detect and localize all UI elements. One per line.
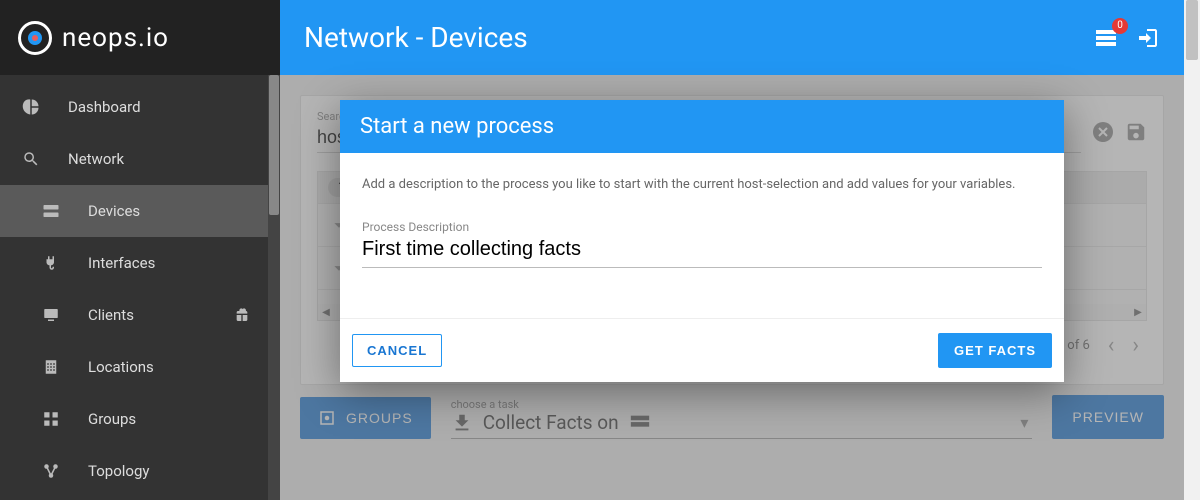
sidebar-item-network[interactable]: Network — [0, 133, 280, 185]
search-icon — [20, 150, 42, 168]
get-facts-button[interactable]: GET FACTS — [938, 333, 1052, 368]
logo-bar: neops.io — [0, 0, 280, 75]
sidebar-item-label: Network — [68, 150, 124, 168]
logo-icon — [18, 21, 52, 55]
sidebar-item-label: Interfaces — [88, 254, 155, 272]
page-title: Network - Devices — [304, 21, 1094, 54]
sidebar-item-dashboard[interactable]: Dashboard — [0, 81, 280, 133]
sidebar-item-topology[interactable]: Topology — [0, 445, 280, 497]
logo-text: neops.io — [62, 23, 169, 53]
header-actions: 0 — [1094, 26, 1160, 50]
sidebar-item-label: Dashboard — [68, 98, 141, 116]
sidebar: neops.io Dashboard Network Devices I — [0, 0, 280, 500]
sidebar-item-label: Groups — [88, 410, 136, 428]
process-description-input[interactable] — [362, 234, 1042, 268]
modal-description: Add a description to the process you lik… — [362, 177, 1042, 192]
gift-icon — [234, 307, 250, 323]
sidebar-item-locations[interactable]: Locations — [0, 341, 280, 393]
sidebar-scroll: Dashboard Network Devices Interfaces Cli… — [0, 75, 280, 500]
page-scrollbar[interactable] — [1184, 0, 1200, 500]
tasks-button[interactable]: 0 — [1094, 26, 1118, 50]
plug-icon — [40, 254, 62, 272]
cancel-button[interactable]: CANCEL — [352, 334, 442, 367]
pie-chart-icon — [20, 98, 42, 116]
logout-button[interactable] — [1136, 26, 1160, 50]
header: Network - Devices 0 — [280, 0, 1184, 75]
sidebar-item-groups[interactable]: Groups — [0, 393, 280, 445]
sidebar-item-label: Topology — [88, 462, 149, 480]
start-process-modal: Start a new process Add a description to… — [340, 100, 1064, 382]
logout-icon — [1136, 26, 1160, 50]
notification-badge: 0 — [1112, 18, 1128, 34]
sidebar-item-devices[interactable]: Devices — [0, 185, 280, 237]
sidebar-item-label: Locations — [88, 358, 154, 376]
groups-icon — [40, 410, 62, 428]
sidebar-item-label: Clients — [88, 306, 134, 324]
sidebar-nav: Dashboard Network Devices Interfaces Cli… — [0, 75, 280, 497]
sidebar-item-interfaces[interactable]: Interfaces — [0, 237, 280, 289]
sidebar-scrollbar[interactable] — [268, 75, 280, 500]
modal-title: Start a new process — [340, 100, 1064, 153]
server-icon — [40, 202, 62, 220]
monitor-icon — [40, 306, 62, 324]
building-icon — [40, 358, 62, 376]
sidebar-item-label: Devices — [88, 202, 140, 220]
sidebar-item-clients[interactable]: Clients — [0, 289, 280, 341]
process-description-label: Process Description — [362, 220, 1042, 234]
topology-icon — [40, 462, 62, 480]
